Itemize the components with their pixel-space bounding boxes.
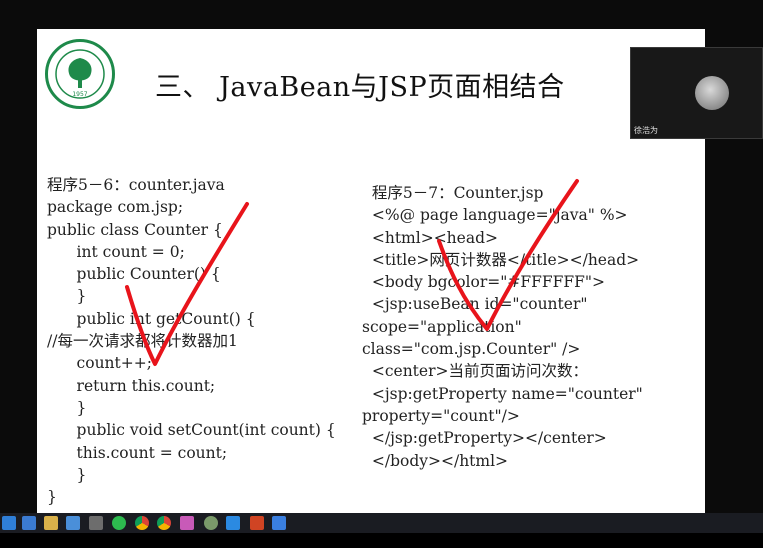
jsp-code-line: 程序5－7：Counter.jsp	[362, 184, 544, 202]
java-code-line: }	[47, 398, 87, 417]
start-icon[interactable]	[2, 516, 16, 530]
chrome-icon-2[interactable]	[157, 516, 171, 530]
java-code-line: public Counter() {	[47, 265, 221, 284]
app-icon-2[interactable]	[272, 516, 286, 530]
taskbar	[0, 513, 763, 533]
java-code-line: this.count = count;	[47, 443, 228, 462]
java-code-line: }	[47, 287, 87, 306]
participant-avatar	[695, 76, 729, 110]
jsp-code-line: <jsp:useBean id="counter"	[362, 295, 588, 314]
java-code-line: public int getCount() {	[47, 309, 256, 328]
java-code-line: public void setCount(int count) {	[47, 421, 336, 440]
jsp-code-line: <%@ page language="java" %>	[362, 206, 628, 225]
folder-icon[interactable]	[44, 516, 58, 530]
paint-icon[interactable]	[180, 516, 194, 530]
jsp-code-line: <center>当前页面访问次数：	[362, 362, 588, 381]
jsp-code-line: <jsp:getProperty name="counter"	[362, 384, 643, 403]
slide-title: 三、 JavaBean与JSP页面相结合	[155, 72, 565, 103]
java-code-line: }	[47, 488, 57, 507]
jsp-code-line: property="count"/>	[362, 406, 520, 425]
logo-year: 1957	[72, 91, 87, 98]
university-logo: 1957	[45, 39, 115, 109]
meeting-icon[interactable]	[226, 516, 240, 530]
chrome-icon[interactable]	[135, 516, 149, 530]
java-code-line: count++;	[47, 354, 152, 373]
jsp-code-line: scope="application"	[362, 317, 522, 336]
jsp-code-line: <title>网页计数器</title></head>	[362, 250, 640, 269]
wechat-icon[interactable]	[112, 516, 126, 530]
image-icon[interactable]	[66, 516, 80, 530]
mail-icon[interactable]	[22, 516, 36, 530]
jsp-code-line: </body></html>	[362, 451, 509, 470]
java-code-line: public class Counter {	[47, 220, 223, 239]
java-code-line: 程序5－6：counter.java	[47, 176, 225, 194]
java-code-block: 程序5－6：counter.java package com.jsp; public…	[47, 174, 336, 508]
video-tile[interactable]: 徐浩为	[630, 47, 763, 139]
java-code-line: }	[47, 465, 87, 484]
bottom-bar	[0, 533, 763, 548]
jsp-code-line: class="com.jsp.Counter" />	[362, 340, 581, 359]
jsp-code-line: </jsp:getProperty></center>	[362, 429, 607, 448]
jsp-code-line: <body bgcolor="#FFFFFF">	[362, 273, 606, 292]
jsp-code-block: 程序5－7：Counter.jsp <%@ page language="jav…	[362, 182, 643, 472]
java-code-line: //每一次请求都将计数器加1	[47, 332, 238, 351]
java-code-line: package com.jsp;	[47, 198, 184, 217]
java-code-line: int count = 0;	[47, 242, 185, 261]
app-icon[interactable]	[204, 516, 218, 530]
jsp-code-line: <html><head>	[362, 228, 498, 247]
java-code-line: return this.count;	[47, 376, 216, 395]
participant-name: 徐浩为	[634, 126, 658, 135]
media-icon[interactable]	[89, 516, 103, 530]
presentation-slide: 1957 三、 JavaBean与JSP页面相结合 程序5－6：counter.…	[37, 29, 705, 513]
powerpoint-icon[interactable]	[250, 516, 264, 530]
